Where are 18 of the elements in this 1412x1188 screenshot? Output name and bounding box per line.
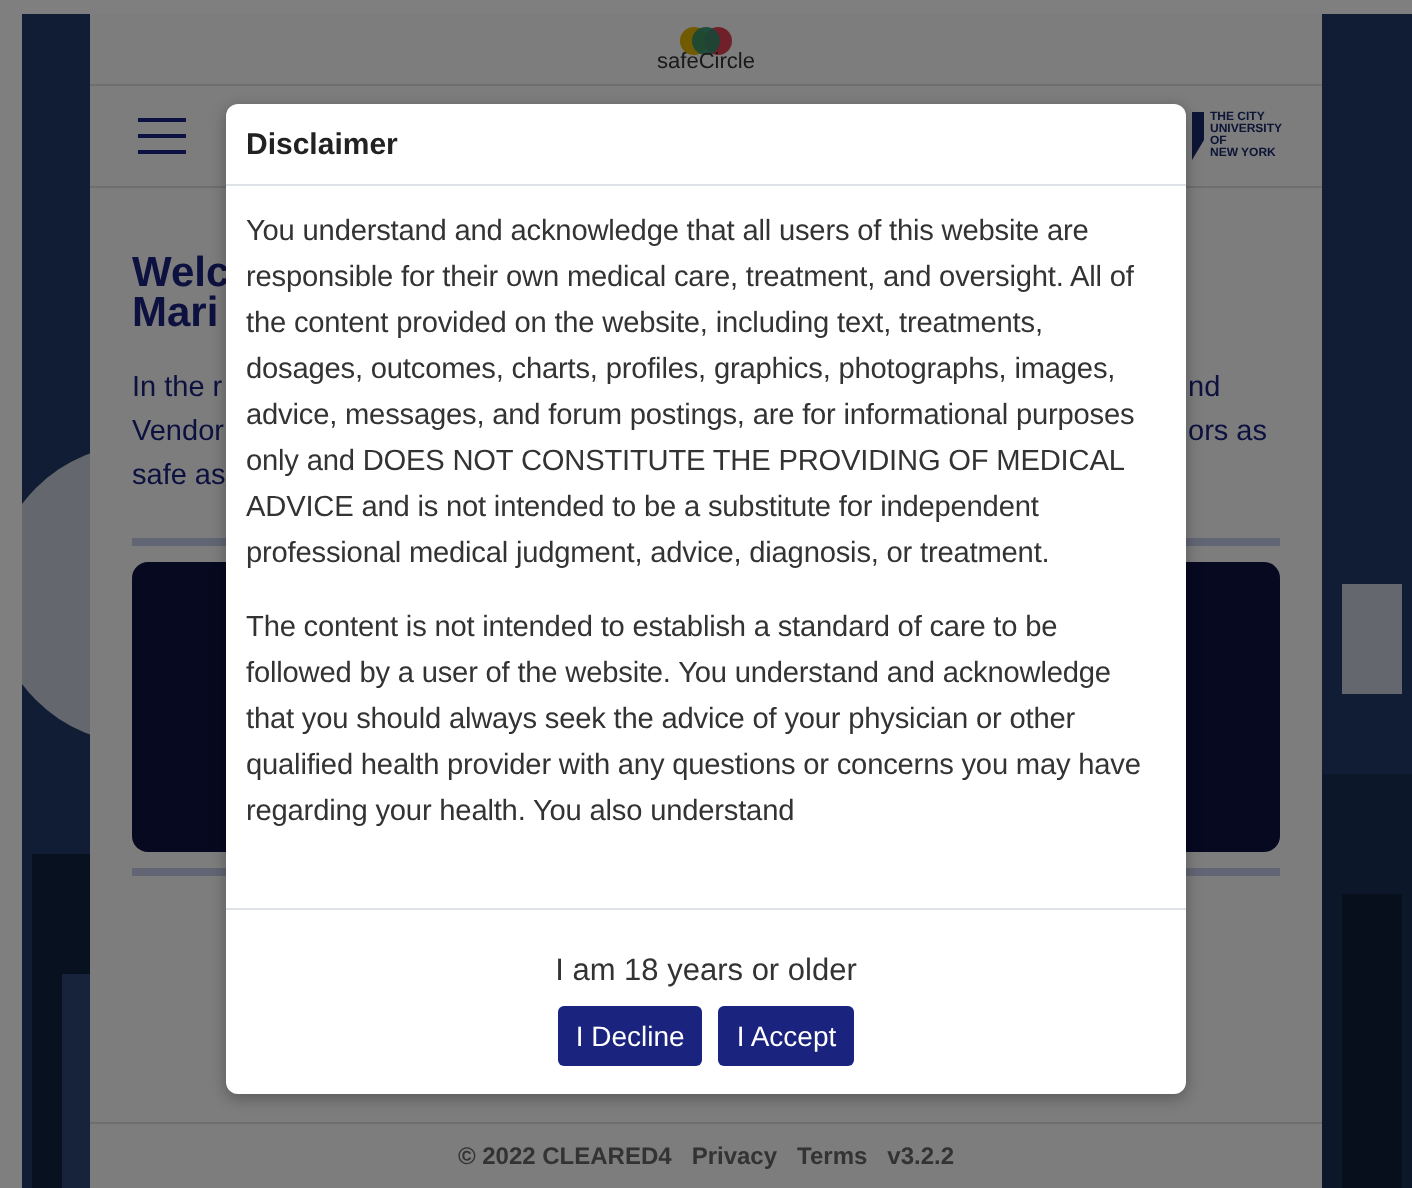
dialog-button[interactable]: I Decline <box>557 1006 703 1066</box>
welcome-heading: Welc <box>132 254 228 294</box>
circles-logo-icon <box>676 25 736 55</box>
menu-icon[interactable] <box>138 118 186 154</box>
intro-text: ors as <box>1188 414 1267 452</box>
disclaimer-paragraph: You understand and acknowledge that all users of this website are responsible for their own medical care, treatment, and oversight. All of the content provided on the website, including text, treatments, dosages, outcomes, charts, profiles, graphics, photographs, images, advice, messages, and forum postings, are for informational purposes only and DOES NOT CONSTITUTE THE PROVIDING OF MEDICAL ADVICE and is not intended to be a substitute for independent professional medical judgment, advice, diagnosis, or treatment. <box>246 214 1137 574</box>
intro-text: In the r <box>132 370 225 408</box>
dialog-title: Disclaimer <box>246 127 398 161</box>
dialog-button[interactable]: I Accept <box>718 1006 855 1066</box>
copyright-text: © 2022 CLEARED4 <box>457 1142 672 1170</box>
brand-name: safeCircle <box>657 51 755 73</box>
disclaimer-paragraph: The content is not intended to establish a standard of care to be followed by a user of the website. You understand and acknowledge that you should always seek the advice of your physician or other qualified health provider with any questions or concerns you may have regarding your health. You also understand <box>246 610 1143 832</box>
age-statement: I am 18 years or older <box>555 954 857 990</box>
intro-text: safe as <box>132 458 228 496</box>
intro-text: nd <box>1188 370 1223 408</box>
version-text: v3.2.2 <box>887 1142 955 1170</box>
intro-text: Vendor <box>132 414 226 452</box>
welcome-heading: Mari <box>132 294 221 334</box>
